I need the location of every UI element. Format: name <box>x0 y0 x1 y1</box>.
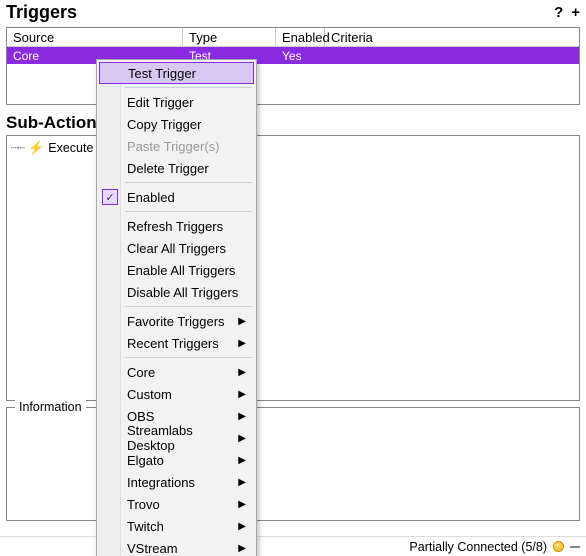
status-bar: Partially Connected (5/8) <box>0 536 586 556</box>
chevron-right-icon: ▶ <box>238 521 246 532</box>
chevron-right-icon: ▶ <box>238 389 246 400</box>
context-menu-separator <box>125 87 252 88</box>
chevron-right-icon: ▶ <box>238 367 246 378</box>
add-icon[interactable]: + <box>571 4 580 21</box>
context-menu-item-label: Core <box>127 365 155 380</box>
context-menu-item[interactable]: Recent Triggers ▶ <box>99 332 254 354</box>
context-menu-item[interactable]: Trovo ▶ <box>99 493 254 515</box>
information-box: Information <box>6 407 580 521</box>
information-label: Information <box>15 400 86 414</box>
triggers-list[interactable]: Source Type Enabled Criteria Core Test Y… <box>6 27 580 105</box>
chevron-right-icon: ▶ <box>238 433 246 444</box>
status-separator-icon <box>570 546 580 548</box>
context-menu-item-label: Paste Trigger(s) <box>127 139 219 154</box>
context-menu-separator <box>125 306 252 307</box>
bolt-icon: ⚡ <box>28 140 44 156</box>
chevron-right-icon: ▶ <box>238 455 246 466</box>
context-menu-item-label: Refresh Triggers <box>127 219 223 234</box>
context-menu-item[interactable]: Enable All Triggers <box>99 259 254 281</box>
context-menu-item[interactable]: Clear All Triggers <box>99 237 254 259</box>
tree-connector: ┈┈ <box>11 140 24 156</box>
context-menu-item-label: Favorite Triggers <box>127 314 225 329</box>
subactions-title: Sub-Actions <box>0 111 586 133</box>
context-menu-separator <box>125 182 252 183</box>
context-menu-item[interactable]: Refresh Triggers <box>99 215 254 237</box>
subactions-list[interactable]: ┈┈ ⚡ Execute ) <box>6 135 580 401</box>
col-header-type[interactable]: Type <box>183 28 276 46</box>
context-menu-item[interactable]: Integrations ▶ <box>99 471 254 493</box>
context-menu-item[interactable]: Elgato ▶ <box>99 449 254 471</box>
context-menu-item-label: Copy Trigger <box>127 117 201 132</box>
context-menu-item-label: OBS <box>127 409 154 424</box>
context-menu-item-label: Edit Trigger <box>127 95 193 110</box>
context-menu-item[interactable]: Edit Trigger <box>99 91 254 113</box>
context-menu-item-label: Trovo <box>127 497 160 512</box>
context-menu-item-label: Custom <box>127 387 172 402</box>
chevron-right-icon: ▶ <box>238 316 246 327</box>
chevron-right-icon: ▶ <box>238 338 246 349</box>
context-menu-item[interactable]: Favorite Triggers ▶ <box>99 310 254 332</box>
status-dot-icon <box>553 541 564 552</box>
chevron-right-icon: ▶ <box>238 543 246 554</box>
chevron-right-icon: ▶ <box>238 477 246 488</box>
context-menu-item-label: Delete Trigger <box>127 161 209 176</box>
col-header-source[interactable]: Source <box>7 28 183 46</box>
context-menu-item: Paste Trigger(s) <box>99 135 254 157</box>
context-menu-item-label: Disable All Triggers <box>127 285 238 300</box>
context-menu-item-label: Recent Triggers <box>127 336 219 351</box>
status-text: Partially Connected (5/8) <box>409 540 547 554</box>
chevron-right-icon: ▶ <box>238 411 246 422</box>
help-icon[interactable]: ? <box>554 4 563 21</box>
context-menu-item[interactable]: Test Trigger <box>99 62 254 84</box>
context-menu-item[interactable]: Disable All Triggers <box>99 281 254 303</box>
context-menu-item[interactable]: Core ▶ <box>99 361 254 383</box>
context-menu-separator <box>125 211 252 212</box>
triggers-title: Triggers <box>0 0 586 25</box>
context-menu-item-label: Integrations <box>127 475 195 490</box>
context-menu-item[interactable]: ✓ Enabled <box>99 186 254 208</box>
context-menu-separator <box>125 357 252 358</box>
context-menu-item[interactable]: Custom ▶ <box>99 383 254 405</box>
context-menu-item[interactable]: Twitch ▶ <box>99 515 254 537</box>
context-menu-item-label: Enable All Triggers <box>127 263 235 278</box>
context-menu-item-label: Twitch <box>127 519 164 534</box>
context-menu-item-label: Elgato <box>127 453 164 468</box>
triggers-header: Source Type Enabled Criteria <box>7 28 579 47</box>
context-menu-item-label: Enabled <box>127 190 175 205</box>
chevron-right-icon: ▶ <box>238 499 246 510</box>
context-menu-item[interactable]: Streamlabs Desktop▶ <box>99 427 254 449</box>
context-menu-item[interactable]: VStream ▶ <box>99 537 254 556</box>
col-header-enabled[interactable]: Enabled <box>276 28 325 46</box>
context-menu-item[interactable]: Copy Trigger <box>99 113 254 135</box>
context-menu-item[interactable]: Delete Trigger <box>99 157 254 179</box>
cell-enabled: Yes <box>276 49 325 63</box>
context-menu-item-label: Test Trigger <box>128 66 196 81</box>
trigger-row[interactable]: Core Test Yes <box>7 47 579 64</box>
context-menu[interactable]: Test Trigger Edit Trigger Copy Trigger Past… <box>96 59 257 556</box>
context-menu-item-label: Clear All Triggers <box>127 241 226 256</box>
context-menu-item-label: VStream <box>127 541 178 556</box>
check-icon: ✓ <box>102 189 118 205</box>
col-header-criteria[interactable]: Criteria <box>325 28 579 46</box>
subaction-label: Execute <box>48 141 93 155</box>
